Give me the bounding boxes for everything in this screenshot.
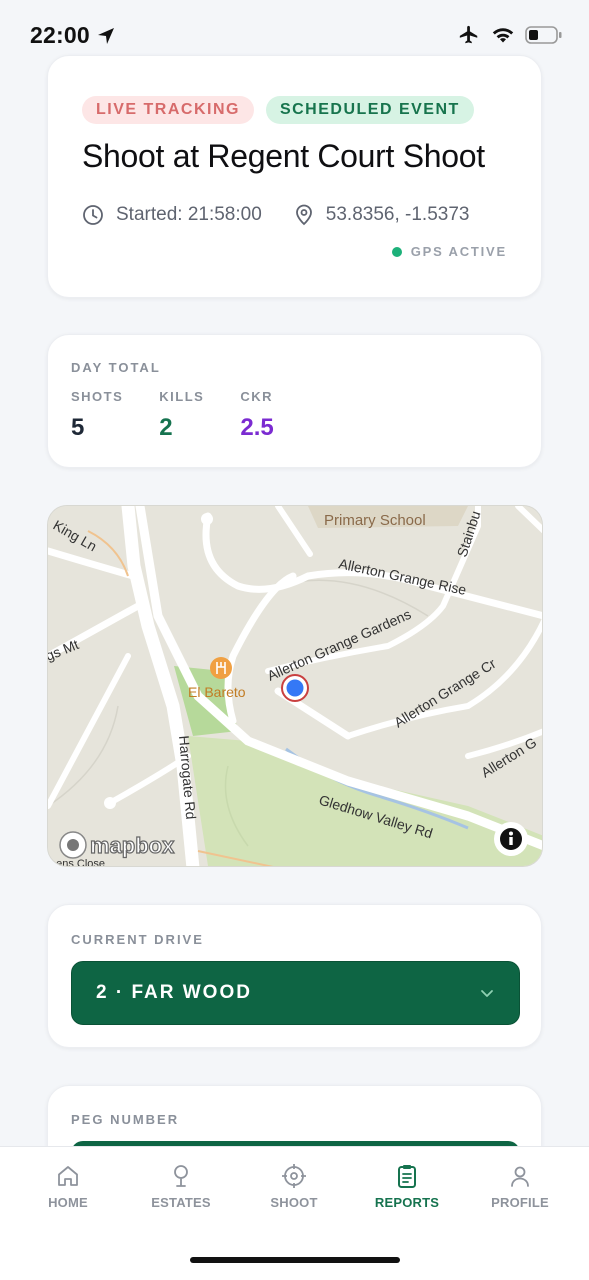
- stat-shots: SHOTS 5: [71, 389, 124, 441]
- svg-text:mapbox: mapbox: [90, 833, 175, 858]
- current-drive-card: CURRENT DRIVE 2 · FAR WOOD: [47, 904, 542, 1048]
- gps-dot-icon: [391, 246, 402, 257]
- map-info-button[interactable]: [494, 822, 528, 856]
- map-pin-icon: [295, 204, 312, 226]
- ckr-value: 2.5: [240, 414, 274, 441]
- map-canvas[interactable]: Primary School King Ln Stainbu Allerton …: [48, 506, 543, 867]
- tab-estates[interactable]: ESTATES: [136, 1163, 226, 1210]
- battery-icon: [525, 26, 562, 44]
- kills-value: 2: [159, 414, 173, 441]
- coordinates: 53.8356, -1.5373: [325, 204, 470, 225]
- gps-status: GPS ACTIVE: [391, 244, 507, 259]
- map-label-el-bareto: El Bareto: [188, 684, 246, 700]
- restaurant-icon[interactable]: [210, 657, 232, 679]
- location-arrow-icon: [97, 27, 114, 44]
- peg-number-label: PEG NUMBER: [71, 1112, 180, 1127]
- tab-shoot[interactable]: SHOOT: [249, 1163, 339, 1210]
- shots-value: 5: [71, 414, 85, 441]
- map-label-primary-school: Primary School: [324, 512, 426, 529]
- crosshair-icon: [282, 1164, 306, 1188]
- tab-reports[interactable]: REPORTS: [362, 1163, 452, 1210]
- tree-icon: [174, 1165, 188, 1187]
- current-drive-select[interactable]: 2 · FAR WOOD: [71, 961, 520, 1025]
- event-card: LIVE TRACKING SCHEDULED EVENT Shoot at R…: [47, 55, 542, 298]
- clock-icon: [83, 205, 103, 225]
- person-icon: [511, 1166, 529, 1187]
- airplane-icon: [459, 25, 478, 44]
- current-drive-value: 2 · FAR WOOD: [96, 982, 252, 1003]
- day-total-label: DAY TOTAL: [71, 360, 161, 375]
- chevron-down-icon: [481, 990, 493, 997]
- gps-status-label: GPS ACTIVE: [410, 244, 507, 259]
- scheduled-event-badge: SCHEDULED EVENT: [265, 96, 474, 124]
- current-drive-label: CURRENT DRIVE: [71, 932, 204, 947]
- live-tracking-badge: LIVE TRACKING: [82, 96, 254, 124]
- user-location-icon: [286, 679, 304, 697]
- status-time: 22:00: [30, 22, 90, 48]
- stat-kills: KILLS 2: [159, 389, 205, 441]
- started-time: Started: 21:58:00: [116, 204, 262, 225]
- map-label-eens-close: eens Close: [50, 858, 105, 867]
- tab-home[interactable]: HOME: [23, 1163, 113, 1210]
- clipboard-icon: [398, 1165, 416, 1188]
- stat-ckr: CKR 2.5: [240, 389, 274, 441]
- home-indicator[interactable]: [190, 1257, 400, 1263]
- home-icon: [58, 1166, 78, 1186]
- wifi-icon: [492, 28, 514, 43]
- mapbox-logo: mapbox: [59, 831, 176, 859]
- day-total-card: DAY TOTAL SHOTS 5 KILLS 2 CKR 2.5: [47, 334, 542, 468]
- event-title: Shoot at Regent Court Shoot: [82, 138, 485, 174]
- map-view[interactable]: Primary School King Ln Stainbu Allerton …: [47, 505, 543, 867]
- tab-profile[interactable]: PROFILE: [475, 1163, 565, 1210]
